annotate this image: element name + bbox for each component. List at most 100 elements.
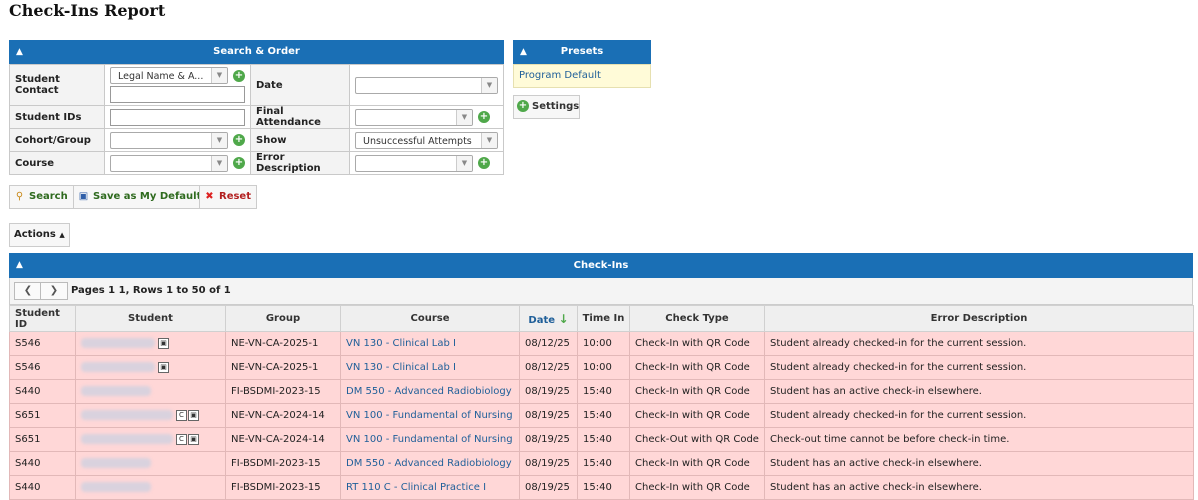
cohort-group-select[interactable]: ▼ [110,131,228,149]
table-row[interactable]: S651 C ▣ NE-VN-CA-2024-14 VN 100 - Fundam… [9,427,1194,452]
error-cell: Student already checked-in for the curre… [764,331,1194,356]
next-page-icon[interactable]: ❯ [40,282,68,300]
column-header[interactable]: Check Type [629,305,765,332]
add-icon[interactable]: + [233,134,245,146]
save-default-button[interactable]: ▣ Save as My Default [73,185,208,209]
date-cell: 08/19/25 [519,403,578,428]
final-attendance-select[interactable]: ▼ [355,108,473,126]
add-icon[interactable]: + [233,157,245,169]
student-contact-select[interactable]: Legal Name & A... ▼ [110,67,228,84]
redacted-name [81,338,155,349]
show-select[interactable]: Unsuccessful Attempts ▼ [355,131,498,149]
table-row[interactable]: S440 FI-BSDMI-2023-15 DM 550 - Advanced … [9,379,1194,404]
dropdown-arrow-icon: ▼ [481,77,497,93]
add-icon: + [517,100,529,112]
sort-down-arrow-icon: ↓ [558,311,569,326]
search-order-header[interactable]: ▲ Search & Order [9,40,504,64]
student-contact-label: Student Contact [9,64,105,106]
pager: ❮ ❯ Pages 1 1, Rows 1 to 50 of 1 [9,278,1193,305]
checkins-title: Check-Ins [573,260,629,271]
table-header-row: Student ID Student Group Course Date ↓ T… [9,305,1194,332]
presets-header[interactable]: ▲ Presets [513,40,651,64]
time-cell: 15:40 [577,379,630,404]
error-cell: Student has an active check-in elsewhere… [764,475,1194,500]
table-row[interactable]: S440 FI-BSDMI-2023-15 DM 550 - Advanced … [9,451,1194,476]
dropdown-arrow-icon: ▼ [211,132,227,148]
student-cell[interactable] [75,475,226,500]
date-label: Date [250,64,350,106]
course-link[interactable]: VN 100 - Fundamental of Nursing [340,427,520,452]
student-cell[interactable]: C ▣ [75,403,226,428]
table-row[interactable]: S440 FI-BSDMI-2023-15 RT 110 C - Clinica… [9,475,1194,500]
group-cell: NE-VN-CA-2024-14 [225,427,341,452]
course-link[interactable]: VN 100 - Fundamental of Nursing [340,403,520,428]
course-link[interactable]: RT 110 C - Clinical Practice I [340,475,520,500]
dropdown-arrow-icon: ▼ [456,109,472,125]
table-row[interactable]: S546 ▣ NE-VN-CA-2025-1 VN 130 - Clinical… [9,331,1194,356]
show-select-value: Unsuccessful Attempts [363,135,472,147]
date-select[interactable]: ▼ [355,76,498,94]
lock-icon: ▣ [188,433,199,445]
student-ids-input[interactable] [110,108,245,126]
column-header[interactable]: Course [340,305,520,332]
date-cell: 08/19/25 [519,427,578,452]
checkins-header[interactable]: ▲ Check-Ins [9,253,1193,278]
prev-page-icon[interactable]: ❮ [14,282,42,300]
date-cell: 08/19/25 [519,451,578,476]
column-header[interactable]: Student [75,305,226,332]
group-cell: FI-BSDMI-2023-15 [225,451,341,476]
column-header[interactable]: Time In [577,305,630,332]
error-cell: Student already checked-in for the curre… [764,355,1194,380]
student-cell[interactable]: ▣ [75,355,226,380]
close-x-icon: ✖ [205,191,214,202]
collapse-caret-icon[interactable]: ▲ [16,253,23,278]
reset-button[interactable]: ✖ Reset [199,185,257,209]
error-description-label: Error Description [250,151,350,175]
student-cell[interactable]: ▣ [75,331,226,356]
column-header[interactable]: Group [225,305,341,332]
time-cell: 15:40 [577,403,630,428]
course-link[interactable]: DM 550 - Advanced Radiobiology [340,379,520,404]
group-cell: FI-BSDMI-2023-15 [225,475,341,500]
redacted-name [81,482,151,492]
time-cell: 10:00 [577,355,630,380]
student-id-cell: S651 [9,427,76,452]
search-button[interactable]: ⚲ Search [9,185,74,209]
lock-icon: ▣ [158,361,169,373]
dropdown-arrow-icon: ▼ [211,68,227,83]
collapse-caret-icon[interactable]: ▲ [16,40,23,64]
error-description-select[interactable]: ▼ [355,154,473,172]
add-icon[interactable]: + [478,111,490,123]
date-column-header[interactable]: Date ↓ [519,305,578,332]
add-icon[interactable]: + [233,69,245,82]
search-button-label: Search [29,191,68,202]
collapse-caret-icon[interactable]: ▲ [520,40,527,64]
course-link[interactable]: VN 130 - Clinical Lab I [340,331,520,356]
student-contact-input[interactable] [110,86,245,103]
student-id-cell: S546 [9,331,76,356]
group-cell: NE-VN-CA-2025-1 [225,331,341,356]
search-order-panel: ▲ Search & Order Student Contact Legal N… [9,40,504,175]
course-select[interactable]: ▼ [110,154,228,172]
add-icon[interactable]: + [478,157,490,169]
student-cell[interactable] [75,379,226,404]
check-type-cell: Check-Out with QR Code [629,427,765,452]
floppy-disk-icon: ▣ [78,191,89,202]
checkins-table: Student ID Student Group Course Date ↓ T… [9,305,1194,500]
course-link[interactable]: VN 130 - Clinical Lab I [340,355,520,380]
actions-button[interactable]: Actions ▲ [9,223,70,247]
table-row[interactable]: S546 ▣ NE-VN-CA-2025-1 VN 130 - Clinical… [9,355,1194,380]
preset-item[interactable]: Program Default [513,64,651,88]
table-row[interactable]: S651 C ▣ NE-VN-CA-2024-14 VN 100 - Fundam… [9,403,1194,428]
course-link[interactable]: DM 550 - Advanced Radiobiology [340,451,520,476]
settings-button[interactable]: + Settings [513,95,580,119]
column-header[interactable]: Student ID [9,305,76,332]
student-cell[interactable]: C ▣ [75,427,226,452]
column-header[interactable]: Error Description [764,305,1194,332]
check-type-cell: Check-In with QR Code [629,403,765,428]
date-cell: 08/19/25 [519,379,578,404]
group-cell: NE-VN-CA-2024-14 [225,403,341,428]
student-id-cell: S440 [9,379,76,404]
student-cell[interactable] [75,451,226,476]
time-cell: 15:40 [577,451,630,476]
